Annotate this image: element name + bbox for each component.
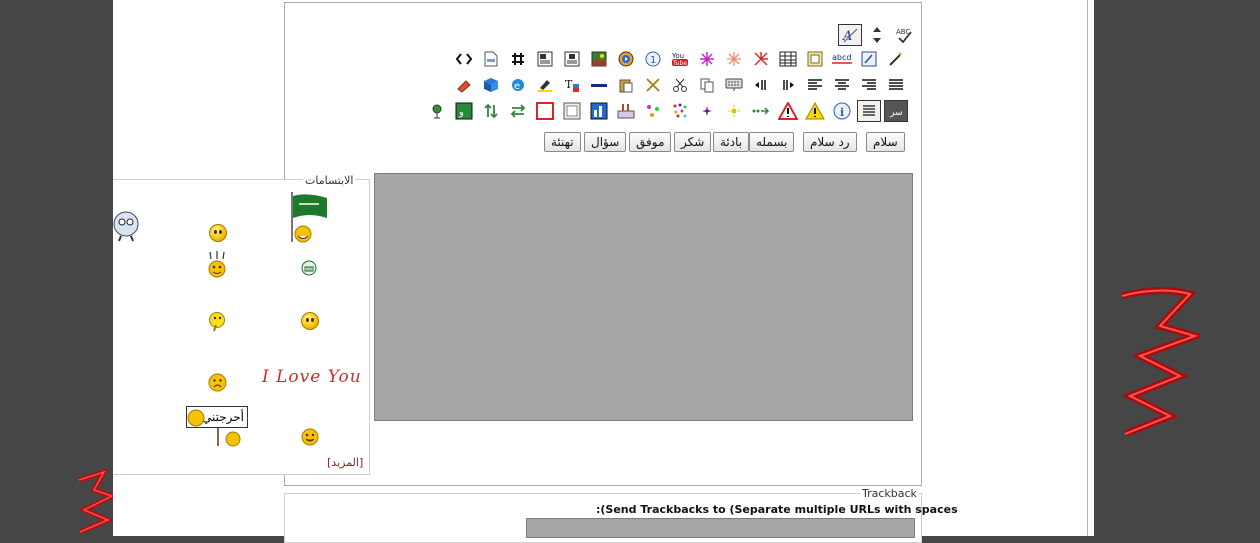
svg-text:You: You [671, 52, 684, 60]
svg-text:ﻭ: ﻭ [458, 107, 464, 118]
star-small-icon[interactable] [695, 100, 719, 122]
toolbar-row-1: A ABC [838, 24, 916, 46]
trackback-urls-input[interactable] [526, 518, 915, 538]
toolbar-row-3: e T [452, 74, 908, 96]
hr-icon[interactable] [587, 74, 611, 96]
more-smilies-link[interactable]: [المزيد] [327, 456, 363, 469]
i-love-you-image[interactable]: I Love You [262, 367, 362, 387]
warning-red-icon[interactable] [776, 100, 800, 122]
flag-smiley-icon[interactable] [287, 190, 331, 244]
arrows-lr-icon[interactable] [506, 100, 530, 122]
ltr-icon[interactable] [749, 74, 773, 96]
smiling-smiley-icon[interactable] [301, 312, 319, 330]
image-left-icon[interactable] [533, 48, 557, 70]
book-icon[interactable] [479, 74, 503, 96]
smilies-legend: الابتسامات [303, 174, 356, 187]
frame-icon[interactable] [803, 48, 827, 70]
page-background-left [0, 0, 113, 536]
svg-text:Tube: Tube [672, 60, 687, 67]
character-smiley-icon[interactable] [113, 210, 141, 242]
phrase-button-5[interactable]: شكر [674, 132, 712, 152]
table-icon[interactable] [776, 48, 800, 70]
svg-text:A: A [842, 29, 852, 43]
phrase-button-3[interactable]: بسمله [749, 132, 795, 152]
highlight-icon[interactable] [533, 74, 557, 96]
arrows-ud-icon[interactable] [479, 100, 503, 122]
wand-icon[interactable] [884, 48, 908, 70]
shocked-smiley-icon[interactable] [205, 251, 229, 279]
keyboard-icon[interactable] [722, 74, 746, 96]
paste-icon[interactable] [614, 74, 638, 96]
phrase-button-4[interactable]: بادئة [713, 132, 750, 152]
text-box-icon[interactable]: abcd [830, 48, 854, 70]
trackback-label: :(Send Trackbacks to (Separate multiple … [596, 503, 958, 516]
sad-smiley-icon[interactable] [208, 373, 227, 392]
phrase-button-1[interactable]: سلام [866, 132, 905, 152]
rtl-icon[interactable] [776, 74, 800, 96]
svg-text:T: T [565, 78, 573, 91]
eraser-icon[interactable] [452, 74, 476, 96]
youtube-icon[interactable]: You Tube [668, 48, 692, 70]
confetti-icon[interactable] [668, 100, 692, 122]
shadow-box-icon[interactable] [560, 100, 584, 122]
align-right-icon[interactable] [857, 74, 881, 96]
sparkle-icon[interactable] [722, 48, 746, 70]
phrase-button-7[interactable]: سؤال [584, 132, 627, 152]
ie-icon[interactable]: e [506, 74, 530, 96]
sign-holder-smiley-icon [187, 409, 241, 447]
media-icon[interactable] [614, 48, 638, 70]
spellcheck-icon[interactable]: ABC [892, 24, 916, 46]
green-grin-smiley-icon[interactable] [301, 260, 317, 276]
decorative-graphic-left [77, 470, 114, 535]
cake-icon[interactable] [614, 100, 638, 122]
quote-icon[interactable]: ﻭ [452, 100, 476, 122]
thinking-smiley-icon[interactable] [208, 311, 226, 333]
svg-text:e: e [514, 81, 520, 92]
code-icon[interactable] [452, 48, 476, 70]
page-edge [1087, 0, 1094, 536]
warning-yellow-icon[interactable] [803, 100, 827, 122]
chart-icon[interactable] [587, 100, 611, 122]
fireworks-icon[interactable] [749, 48, 773, 70]
message-textarea[interactable] [374, 173, 913, 421]
svg-text:abcd: abcd [832, 53, 851, 62]
laughing-smiley-icon[interactable] [209, 224, 227, 242]
phrase-button-8[interactable]: تهنئة [544, 132, 581, 152]
page-background-right [1094, 0, 1260, 536]
flash-icon[interactable] [695, 48, 719, 70]
cut-x-icon[interactable] [641, 74, 665, 96]
phrase-button-6[interactable]: موفق [629, 132, 672, 152]
secret-icon[interactable]: سر [884, 100, 908, 122]
toolbar-row-2: 1 You Tube abcd [452, 48, 908, 70]
copy-icon[interactable] [695, 74, 719, 96]
text-color-icon[interactable]: T [560, 74, 584, 96]
info-icon[interactable]: i [830, 100, 854, 122]
note-icon[interactable] [857, 48, 881, 70]
hash-icon[interactable] [506, 48, 530, 70]
svg-text:سر: سر [889, 108, 903, 118]
file-icon[interactable] [479, 48, 503, 70]
trackback-legend: Trackback [860, 487, 919, 500]
align-left-icon[interactable] [803, 74, 827, 96]
photo-icon[interactable] [587, 48, 611, 70]
font-size-icon[interactable]: A [838, 24, 862, 46]
phrase-button-2[interactable]: رد سلام [803, 132, 857, 152]
svg-text:i: i [840, 106, 844, 119]
border-box-icon[interactable] [533, 100, 557, 122]
counter-icon[interactable]: 1 [641, 48, 665, 70]
align-center-icon[interactable] [830, 74, 854, 96]
stars-icon[interactable] [641, 100, 665, 122]
list-icon[interactable] [857, 100, 881, 122]
sun-icon[interactable] [722, 100, 746, 122]
toolbar-row-4: ﻭ i سر [425, 100, 908, 122]
resize-icon[interactable] [865, 24, 889, 46]
svg-text:1: 1 [650, 55, 656, 66]
justify-icon[interactable] [884, 74, 908, 96]
tongue-smiley-icon[interactable] [301, 428, 319, 446]
image-center-icon[interactable] [560, 48, 584, 70]
decorative-graphic-right [1121, 286, 1200, 436]
scissors-icon[interactable] [668, 74, 692, 96]
mail-icon[interactable] [425, 100, 449, 122]
arrow-dots-icon[interactable] [749, 100, 773, 122]
